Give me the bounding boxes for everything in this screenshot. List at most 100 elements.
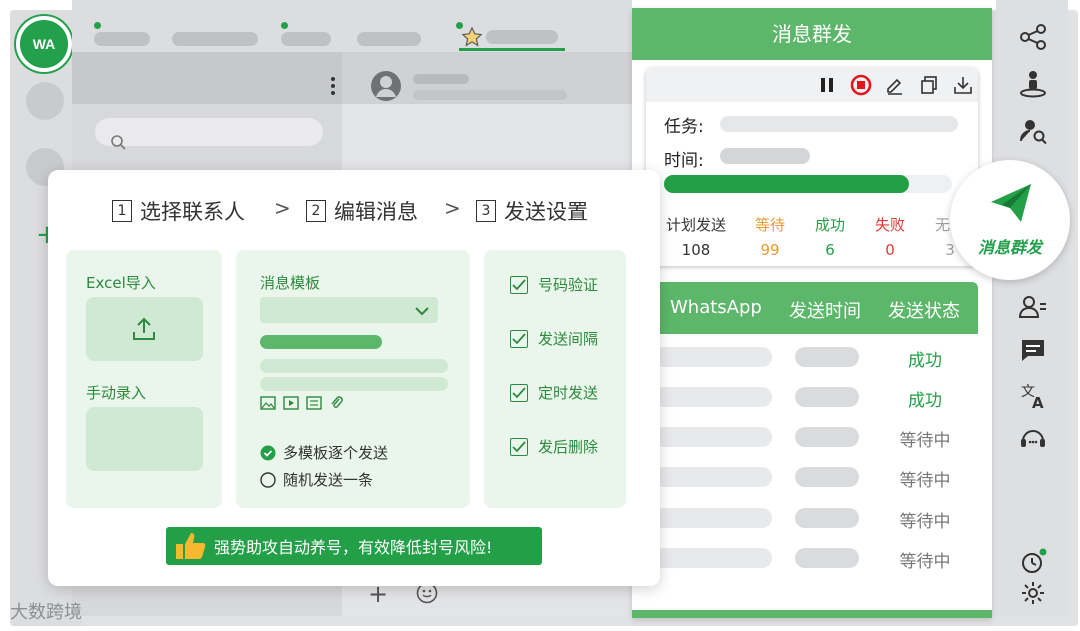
search-input[interactable] — [95, 118, 323, 146]
option-label: 多模板逐个发送 — [283, 444, 389, 462]
template-line — [260, 377, 448, 391]
download-icon[interactable] — [952, 74, 974, 96]
unread-dot — [281, 22, 288, 29]
contact-avatar-icon[interactable] — [370, 70, 402, 106]
card-icon[interactable] — [306, 395, 322, 414]
column-header-send-time: 发送时间 — [789, 301, 861, 322]
stat-label: 计划发送 — [665, 216, 726, 234]
time-placeholder — [795, 467, 859, 487]
step-edit-message[interactable]: 2 编辑消息 — [306, 196, 418, 226]
send-table-header: WhatsApp 发送时间 发送状态 — [646, 282, 978, 334]
stop-icon[interactable] — [850, 74, 872, 96]
stat-label: 成功 — [814, 216, 845, 234]
settings-gear-icon[interactable] — [1016, 576, 1050, 610]
video-icon[interactable] — [283, 395, 299, 414]
check-number-verify[interactable]: 号码验证 — [510, 274, 598, 295]
time-placeholder — [795, 427, 859, 447]
edit-icon[interactable] — [884, 74, 906, 96]
tab-placeholder[interactable] — [94, 32, 150, 46]
step-number: 3 — [476, 200, 496, 222]
check-delete-after-send[interactable]: 发后删除 — [510, 436, 598, 457]
contact-status-placeholder — [413, 90, 567, 100]
column-header-whatsapp: WhatsApp — [670, 297, 762, 318]
excel-upload-button[interactable] — [86, 297, 203, 361]
stat-success: 成功 6 — [798, 214, 862, 259]
more-menu-icon[interactable] — [326, 74, 340, 98]
panel-title: 消息群发 — [632, 8, 992, 60]
app-logo[interactable]: WA — [16, 16, 72, 72]
unread-dot — [94, 22, 101, 29]
send-plane-icon — [988, 180, 1034, 230]
number-placeholder — [654, 508, 772, 528]
tab-placeholder[interactable] — [357, 32, 421, 46]
manual-input-label: 手动录入 — [86, 384, 147, 402]
status-text: 成功 — [908, 391, 942, 411]
contacts-icon[interactable] — [1016, 290, 1050, 324]
excel-import-label: Excel导入 — [86, 274, 156, 292]
tab-placeholder[interactable] — [281, 32, 331, 46]
step-select-contacts[interactable]: 1 选择联系人 — [112, 196, 245, 226]
stat-value: 6 — [825, 241, 835, 259]
random-send-option[interactable]: 随机发送一条 — [260, 469, 373, 490]
task-label: 任务: — [664, 117, 704, 137]
status-text: 成功 — [908, 351, 942, 371]
pause-icon[interactable] — [816, 74, 838, 96]
promo-text: 强势助攻自动养号，有效降低封号风险! — [214, 538, 493, 557]
image-icon[interactable] — [260, 395, 276, 414]
share-icon[interactable] — [1016, 20, 1050, 54]
multi-template-option[interactable]: 多模板逐个发送 — [260, 442, 388, 463]
chevron-down-icon — [414, 303, 430, 322]
task-card: 任务: 时间: 计划发送 108 等待 99 成功 6 失败 0 无效 3 — [646, 68, 978, 266]
number-placeholder — [654, 467, 772, 487]
check-scheduled-send[interactable]: 定时发送 — [510, 382, 598, 403]
time-placeholder — [795, 548, 859, 568]
tab-placeholder[interactable] — [172, 32, 258, 46]
broadcast-user-icon[interactable] — [1016, 66, 1050, 100]
radio-unchecked-icon — [260, 471, 276, 488]
check-label: 发后删除 — [538, 438, 599, 456]
checkbox-checked-icon — [510, 329, 528, 348]
number-placeholder — [654, 427, 772, 447]
step-send-settings[interactable]: 3 发送设置 — [476, 196, 588, 226]
checkbox-checked-icon — [510, 275, 528, 294]
template-line — [260, 359, 448, 373]
time-placeholder — [795, 347, 859, 367]
check-send-interval[interactable]: 发送间隔 — [510, 328, 598, 349]
support-icon[interactable] — [1016, 422, 1050, 456]
column-header-send-status: 发送状态 — [888, 301, 960, 322]
radio-checked-icon — [260, 445, 276, 460]
progress-fill — [664, 175, 909, 193]
step-number: 1 — [112, 200, 132, 222]
time-placeholder — [795, 508, 859, 528]
search-icon — [110, 134, 126, 154]
time-placeholder — [795, 387, 859, 407]
avatar[interactable] — [26, 82, 64, 120]
check-label: 发送间隔 — [538, 330, 599, 348]
translate-icon[interactable]: 文A — [1016, 378, 1050, 412]
tab-placeholder-active[interactable] — [486, 30, 558, 44]
paperclip-icon[interactable] — [329, 394, 343, 414]
template-label: 消息模板 — [260, 274, 321, 292]
manual-input-area[interactable] — [86, 407, 203, 471]
copy-icon[interactable] — [918, 74, 940, 96]
message-icon[interactable] — [1016, 334, 1050, 368]
alarm-clock-icon[interactable] — [1016, 544, 1050, 578]
user-search-icon[interactable] — [1016, 114, 1050, 148]
contact-name-placeholder — [413, 74, 469, 84]
step-label: 发送设置 — [504, 200, 588, 224]
bulk-send-badge[interactable]: 消息群发 — [950, 160, 1070, 280]
number-placeholder — [654, 387, 772, 407]
stat-waiting: 等待 99 — [738, 214, 802, 259]
upload-icon — [130, 315, 158, 347]
status-text: 等待中 — [899, 471, 951, 491]
send-wizard-card: 1 选择联系人 > 2 编辑消息 > 3 发送设置 Excel导入 手动录入 消… — [48, 170, 660, 586]
active-tab-underline — [459, 48, 565, 51]
template-select[interactable] — [260, 297, 438, 323]
checkbox-checked-icon — [510, 437, 528, 456]
panel-footer — [632, 610, 992, 618]
stat-value: 108 — [681, 241, 711, 259]
task-name-placeholder — [720, 116, 958, 132]
check-label: 号码验证 — [538, 276, 599, 294]
time-placeholder — [720, 148, 810, 164]
progress-bar — [664, 175, 952, 193]
